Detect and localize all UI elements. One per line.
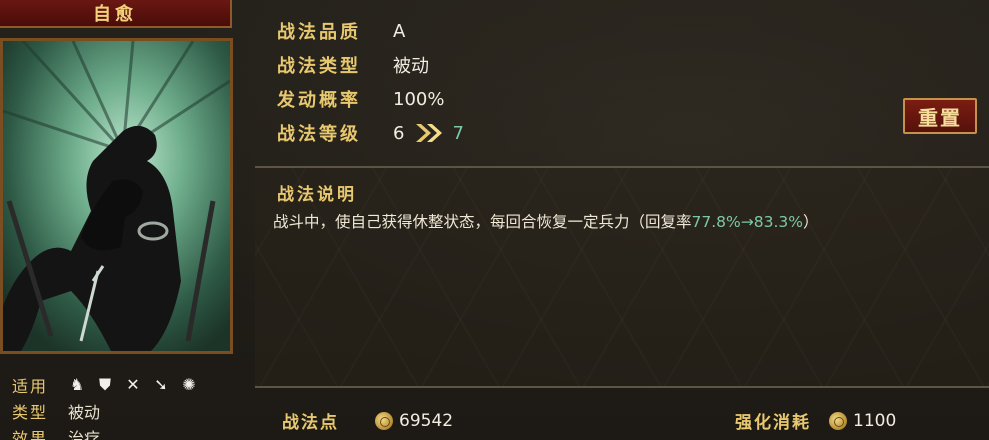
stat-value: 被动 [393,56,429,77]
stat-label: 发动概率 [277,90,361,111]
effect-label: 效果 [12,429,49,440]
stat-row-quality: 战法品质 A [277,14,464,48]
level-current: 6 [393,122,405,144]
skill-description-box: 战法说明 战斗中，使自己获得休整状态，每回合恢复一定兵力（回复率77.8%→83… [255,166,989,388]
skill-stats: 战法品质 A 战法类型 被动 发动概率 100% 战法等级 6 7 [277,14,464,150]
stat-row-probability: 发动概率 100% [277,82,464,116]
description-rate: 77.8%→83.3% [691,213,803,231]
skill-title-banner: 自愈 [0,0,232,28]
spear-icon: ➘ [154,375,168,394]
type-label: 类型 [12,403,49,422]
upgrade-cost: 强化消耗 1100 [735,408,897,434]
chariot-icon: ✺ [182,375,196,394]
stat-row-type: 战法类型 被动 [277,48,464,82]
description-suffix: ） [802,213,819,231]
applicable-troop-icons: ♞ ⛊ ✕ ➘ ✺ [68,376,198,394]
level-next: 7 [452,122,464,144]
level-up-arrow-icon [414,122,444,144]
type-row: 类型 被动 [12,398,232,424]
reset-button[interactable]: 重置 [903,98,977,134]
effect-row: 效果 治疗 [12,424,232,440]
shield-icon: ⛊ [98,375,111,394]
skill-points-label: 战法点 [282,413,339,433]
stat-value: A [393,20,406,42]
coin-icon [375,411,393,430]
level-label: 战法等级 [277,124,361,145]
description-title: 战法说明 [277,185,357,205]
bow-icon: ✕ [126,375,140,394]
skill-footer: 战法点 69542 强化消耗 1100 [255,398,989,440]
stat-row-level: 战法等级 6 7 [277,116,464,150]
applicable-label: 适用 [12,377,49,396]
stat-label: 战法类型 [277,56,361,77]
coin-icon [829,411,847,430]
stat-label: 战法品质 [277,22,361,43]
skill-detail-panel: 战法品质 A 战法类型 被动 发动概率 100% 战法等级 6 7 重置 战法说… [255,0,989,440]
skill-info-block: 适用 ♞ ⛊ ✕ ➘ ✺ 类型 被动 效果 治疗 [12,372,232,440]
skill-portrait-image [3,41,230,351]
description-body: 战斗中，使自己获得休整状态，每回合恢复一定兵力（回复率 [273,213,692,231]
skill-name: 自愈 [93,4,137,25]
upgrade-cost-value: 1100 [853,410,897,431]
skill-points-value: 69542 [399,410,454,431]
applicable-row: 适用 ♞ ⛊ ✕ ➘ ✺ [12,372,232,398]
description-text: 战斗中，使自己获得休整状态，每回合恢复一定兵力（回复率77.8%→83.3%） [273,210,819,232]
skill-detail-screen: 自愈 适用 ♞ ⛊ ✕ ➘ ✺ 类型 被动 效果 治疗 战法品质 A 战法类型 … [0,0,989,440]
upgrade-cost-label: 强化消耗 [735,413,811,433]
stat-value: 100% [393,88,445,110]
effect-value: 治疗 [68,429,101,440]
skill-points: 战法点 69542 [282,408,454,434]
type-value: 被动 [68,403,101,422]
skill-portrait-card [0,38,233,354]
cavalry-icon: ♞ [69,375,85,394]
